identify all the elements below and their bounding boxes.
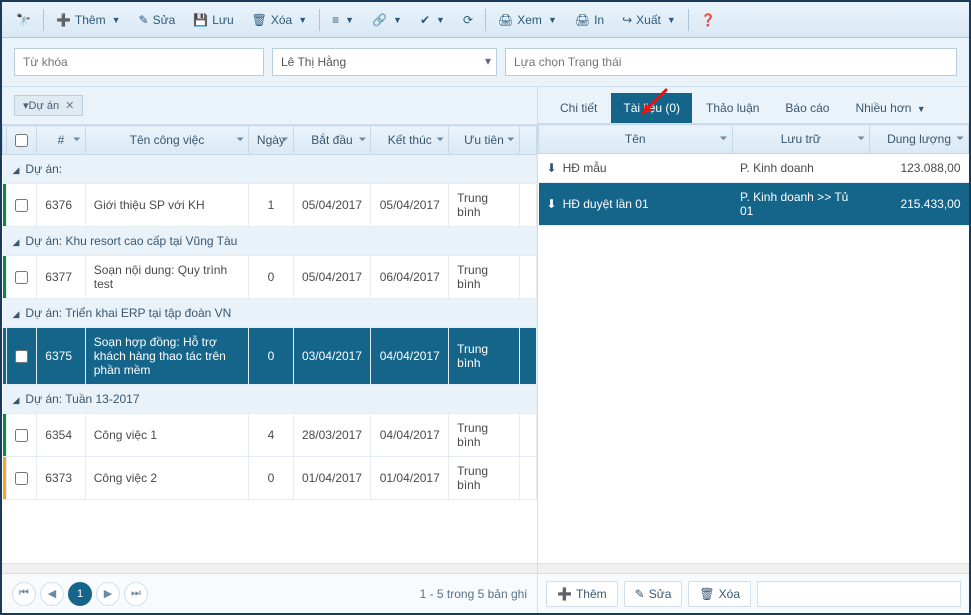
- pencil-icon: ✎: [635, 587, 645, 601]
- refresh-button[interactable]: ⟳: [455, 9, 481, 31]
- download-icon: ⬇: [547, 197, 557, 211]
- filter-icon[interactable]: ⏷: [956, 134, 964, 145]
- task-row[interactable]: 6354Công việc 1428/03/201704/04/2017Trun…: [3, 414, 537, 457]
- pager: ⏮ ◀ 1 ▶ ⏭ 1 - 5 trong 5 bản ghi: [2, 573, 537, 613]
- file-add-button[interactable]: ➕Thêm: [546, 581, 618, 607]
- files-grid: Tên⏷ Lưu trữ⏷ Dung lượng⏷ ⬇HĐ mẫuP. Kinh…: [538, 124, 969, 563]
- trash-icon: 🗑: [699, 587, 714, 601]
- add-button[interactable]: ➕Thêm▼: [48, 9, 129, 31]
- tag-project[interactable]: ▾ Dự án ✕: [14, 95, 83, 116]
- print-icon: 🖨: [575, 13, 590, 27]
- file-edit-button[interactable]: ✎Sửa: [624, 581, 683, 607]
- file-delete-button[interactable]: 🗑Xóa: [688, 581, 751, 607]
- view-button[interactable]: 🖨Xem▼: [490, 9, 565, 31]
- filter-icon[interactable]: ⏷: [236, 135, 244, 146]
- first-page-button[interactable]: ⏮: [12, 582, 36, 606]
- tab-detail[interactable]: Chi tiết: [548, 93, 609, 123]
- download-icon: ⬇: [547, 161, 557, 175]
- trash-icon: 🗑: [252, 13, 267, 27]
- task-row[interactable]: 6377Soạn nội dung: Quy trình test005/04/…: [3, 256, 537, 299]
- pencil-icon: ✎: [139, 13, 149, 27]
- help-button[interactable]: ❓: [693, 9, 724, 31]
- tabs: Chi tiết Tài liệu (0) Thảo luận Báo cáo …: [538, 93, 969, 123]
- tab-files[interactable]: Tài liệu (0): [611, 93, 692, 123]
- user-dropdown[interactable]: [272, 48, 497, 76]
- tab-report[interactable]: Báo cáo: [773, 93, 841, 123]
- group-row[interactable]: ◢Dự án: Khu resort cao cấp tại Vũng Tàu: [3, 227, 537, 256]
- file-search-input[interactable]: [757, 581, 961, 607]
- group-row[interactable]: ◢Dự án: Triển khai ERP tại tập đoàn VN: [3, 299, 537, 328]
- list-icon: ≡: [332, 13, 339, 27]
- next-page-button[interactable]: ▶: [96, 582, 120, 606]
- delete-button[interactable]: 🗑Xóa▼: [244, 9, 316, 31]
- files-footer: ➕Thêm ✎Sửa 🗑Xóa: [538, 573, 969, 613]
- row-checkbox[interactable]: [15, 350, 28, 363]
- task-row[interactable]: 6373Công việc 2001/04/201701/04/2017Trun…: [3, 457, 537, 500]
- refresh-icon: ⟳: [463, 13, 473, 27]
- chevron-down-icon: ▾: [485, 54, 491, 68]
- keyword-input[interactable]: [14, 48, 264, 76]
- filter-icon[interactable]: ⏷: [436, 135, 444, 146]
- horizontal-scrollbar[interactable]: [2, 563, 537, 573]
- print-button[interactable]: 🖨In: [567, 9, 612, 31]
- close-icon[interactable]: ✕: [65, 99, 74, 112]
- last-page-button[interactable]: ⏭: [124, 582, 148, 606]
- tab-discuss[interactable]: Thảo luận: [694, 93, 771, 123]
- edit-button[interactable]: ✎Sửa: [131, 9, 184, 31]
- page-button-current[interactable]: 1: [68, 582, 92, 606]
- plus-icon: ➕: [56, 13, 71, 27]
- task-grid: #⏷ Tên công việc⏷ Ngày⏷ Bắt đầu⏷ Kết thú…: [2, 125, 537, 563]
- print-icon: 🖨: [498, 13, 513, 27]
- grid-header-row: #⏷ Tên công việc⏷ Ngày⏷ Bắt đầu⏷ Kết thú…: [3, 126, 537, 155]
- task-row[interactable]: 6376Giới thiệu SP với KH105/04/201705/04…: [3, 184, 537, 227]
- check-button[interactable]: ✔▼: [412, 9, 453, 31]
- binoculars-icon: 🔭: [16, 13, 31, 27]
- filter-icon[interactable]: ⏷: [857, 134, 865, 145]
- select-all-checkbox[interactable]: [15, 134, 28, 147]
- binoculars-button[interactable]: 🔭: [8, 9, 39, 31]
- horizontal-scrollbar[interactable]: [538, 563, 969, 573]
- pager-info: 1 - 5 trong 5 bản ghi: [420, 587, 527, 601]
- save-button[interactable]: 💾Lưu: [185, 9, 241, 31]
- filter-icon[interactable]: ⏷: [281, 135, 289, 146]
- status-dropdown[interactable]: [505, 48, 957, 76]
- save-icon: 💾: [193, 13, 208, 27]
- link-button[interactable]: 🔗▼: [364, 9, 410, 31]
- list-button[interactable]: ≡▼: [324, 9, 362, 31]
- help-icon: ❓: [701, 13, 716, 27]
- row-checkbox[interactable]: [15, 472, 28, 485]
- file-row[interactable]: ⬇HĐ mẫuP. Kinh doanh123.088,00: [539, 154, 969, 183]
- filter-icon[interactable]: ⏷: [358, 135, 366, 146]
- row-checkbox[interactable]: [15, 429, 28, 442]
- prev-page-button[interactable]: ◀: [40, 582, 64, 606]
- group-row[interactable]: ◢Dự án: Tuần 13-2017: [3, 385, 537, 414]
- row-checkbox[interactable]: [15, 199, 28, 212]
- filter-icon[interactable]: ⏷: [720, 134, 728, 145]
- export-icon: ↪: [622, 13, 632, 27]
- filter-bar: ▾: [2, 38, 969, 87]
- toolbar: 🔭 ➕Thêm▼ ✎Sửa 💾Lưu 🗑Xóa▼ ≡▼ 🔗▼ ✔▼ ⟳ 🖨Xem…: [2, 2, 969, 38]
- plus-icon: ➕: [557, 587, 572, 601]
- filter-icon[interactable]: ⏷: [73, 135, 81, 146]
- export-button[interactable]: ↪Xuất▼: [614, 9, 684, 31]
- row-checkbox[interactable]: [15, 271, 28, 284]
- filter-tags: ▾ Dự án ✕: [2, 87, 537, 125]
- task-row[interactable]: 6375Soạn hợp đồng: Hỗ trợ khách hàng tha…: [3, 328, 537, 385]
- tab-more[interactable]: Nhiều hơn ▼: [843, 93, 937, 123]
- filter-icon[interactable]: ⏷: [507, 135, 515, 146]
- group-row[interactable]: ◢Dự án:: [3, 155, 537, 184]
- file-row[interactable]: ⬇HĐ duyệt lần 01P. Kinh doanh >> Tủ 0121…: [539, 183, 969, 226]
- link-icon: 🔗: [372, 13, 387, 27]
- check-icon: ✔: [420, 13, 430, 27]
